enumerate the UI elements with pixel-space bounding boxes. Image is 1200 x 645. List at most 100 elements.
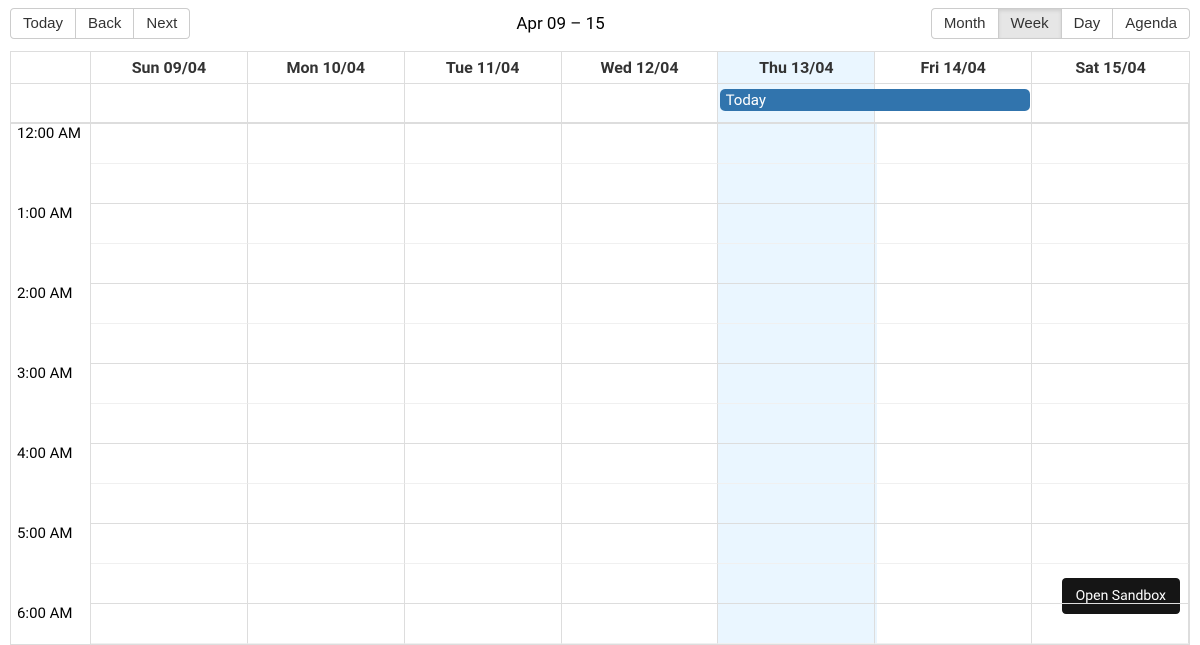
time-slot[interactable] — [875, 564, 1032, 604]
time-slot[interactable] — [562, 124, 719, 164]
time-slot[interactable] — [405, 524, 562, 564]
time-slot[interactable] — [718, 364, 875, 404]
allday-cell[interactable] — [1032, 84, 1189, 122]
time-slot[interactable] — [718, 444, 875, 484]
time-slot[interactable] — [875, 524, 1032, 564]
time-slot[interactable] — [718, 284, 875, 324]
view-week-button[interactable]: Week — [999, 8, 1062, 39]
time-slot[interactable] — [718, 324, 875, 364]
time-slot[interactable] — [1032, 484, 1189, 524]
time-slot[interactable] — [875, 484, 1032, 524]
time-slot[interactable] — [875, 164, 1032, 204]
time-slot[interactable] — [248, 124, 405, 164]
time-slot[interactable] — [405, 164, 562, 204]
time-slot[interactable] — [91, 604, 248, 644]
time-slot[interactable] — [248, 244, 405, 284]
allday-cell[interactable] — [91, 84, 248, 122]
time-slot[interactable] — [875, 324, 1032, 364]
time-slot[interactable] — [875, 444, 1032, 484]
time-slot[interactable] — [875, 604, 1032, 644]
time-slot[interactable] — [248, 324, 405, 364]
time-slot[interactable] — [718, 124, 875, 164]
time-slot[interactable] — [562, 164, 719, 204]
time-slot[interactable] — [91, 324, 248, 364]
time-slot[interactable] — [248, 444, 405, 484]
view-day-button[interactable]: Day — [1062, 8, 1114, 39]
allday-cell[interactable] — [248, 84, 405, 122]
allday-cell[interactable] — [562, 84, 719, 122]
time-slot[interactable] — [1032, 284, 1189, 324]
time-slot[interactable] — [405, 404, 562, 444]
time-slot[interactable] — [562, 284, 719, 324]
time-slot[interactable] — [718, 204, 875, 244]
time-slot[interactable] — [562, 204, 719, 244]
time-slot[interactable] — [1032, 244, 1189, 284]
day-header[interactable]: Fri 14/04 — [875, 52, 1032, 83]
time-slot[interactable] — [405, 604, 562, 644]
time-slot[interactable] — [248, 484, 405, 524]
time-slot[interactable] — [562, 604, 719, 644]
time-slot[interactable] — [1032, 324, 1189, 364]
time-slot[interactable] — [562, 444, 719, 484]
time-slot[interactable] — [91, 364, 248, 404]
time-slot[interactable] — [1032, 524, 1189, 564]
time-slot[interactable] — [405, 484, 562, 524]
view-month-button[interactable]: Month — [931, 8, 999, 39]
time-slot[interactable] — [718, 164, 875, 204]
time-slot[interactable] — [875, 204, 1032, 244]
next-button[interactable]: Next — [134, 8, 190, 39]
time-slot[interactable] — [405, 124, 562, 164]
time-slot[interactable] — [1032, 204, 1189, 244]
day-header[interactable]: Sat 15/04 — [1032, 52, 1189, 83]
time-slot[interactable] — [1032, 364, 1189, 404]
time-slot[interactable] — [91, 284, 248, 324]
time-slot[interactable] — [91, 164, 248, 204]
day-header[interactable]: Sun 09/04 — [91, 52, 248, 83]
allday-cell[interactable] — [405, 84, 562, 122]
day-header[interactable]: Mon 10/04 — [248, 52, 405, 83]
time-slot[interactable] — [91, 204, 248, 244]
time-slot[interactable] — [875, 244, 1032, 284]
time-slot[interactable] — [718, 484, 875, 524]
time-slot[interactable] — [91, 404, 248, 444]
time-slot[interactable] — [1032, 404, 1189, 444]
time-slot[interactable] — [405, 324, 562, 364]
back-button[interactable]: Back — [76, 8, 134, 39]
time-slot[interactable] — [1032, 444, 1189, 484]
time-slot[interactable] — [405, 204, 562, 244]
today-button[interactable]: Today — [10, 8, 76, 39]
time-slot[interactable] — [248, 204, 405, 244]
time-slot[interactable] — [718, 564, 875, 604]
time-slot[interactable] — [875, 404, 1032, 444]
time-slot[interactable] — [718, 404, 875, 444]
time-slot[interactable] — [1032, 564, 1189, 604]
time-slot[interactable] — [562, 244, 719, 284]
time-slot[interactable] — [562, 404, 719, 444]
time-slot[interactable] — [718, 604, 875, 644]
time-slot[interactable] — [875, 124, 1032, 164]
time-slot[interactable] — [248, 564, 405, 604]
time-slot[interactable] — [405, 364, 562, 404]
time-slot[interactable] — [248, 364, 405, 404]
time-slot[interactable] — [248, 604, 405, 644]
time-slot[interactable] — [405, 444, 562, 484]
time-slot[interactable] — [91, 484, 248, 524]
time-slot[interactable] — [875, 364, 1032, 404]
time-slot[interactable] — [91, 524, 248, 564]
time-slot[interactable] — [562, 564, 719, 604]
allday-event[interactable]: Today — [720, 89, 1030, 111]
view-agenda-button[interactable]: Agenda — [1113, 8, 1190, 39]
time-slot[interactable] — [1032, 124, 1189, 164]
day-header[interactable]: Tue 11/04 — [405, 52, 562, 83]
time-slot[interactable] — [405, 284, 562, 324]
time-slot[interactable] — [91, 244, 248, 284]
time-slot[interactable] — [562, 364, 719, 404]
time-slot[interactable] — [562, 484, 719, 524]
time-slot[interactable] — [248, 524, 405, 564]
time-slot[interactable] — [875, 284, 1032, 324]
time-slot[interactable] — [718, 244, 875, 284]
time-slot[interactable] — [248, 404, 405, 444]
time-slot[interactable] — [1032, 164, 1189, 204]
time-slot[interactable] — [248, 284, 405, 324]
time-slot[interactable] — [405, 564, 562, 604]
